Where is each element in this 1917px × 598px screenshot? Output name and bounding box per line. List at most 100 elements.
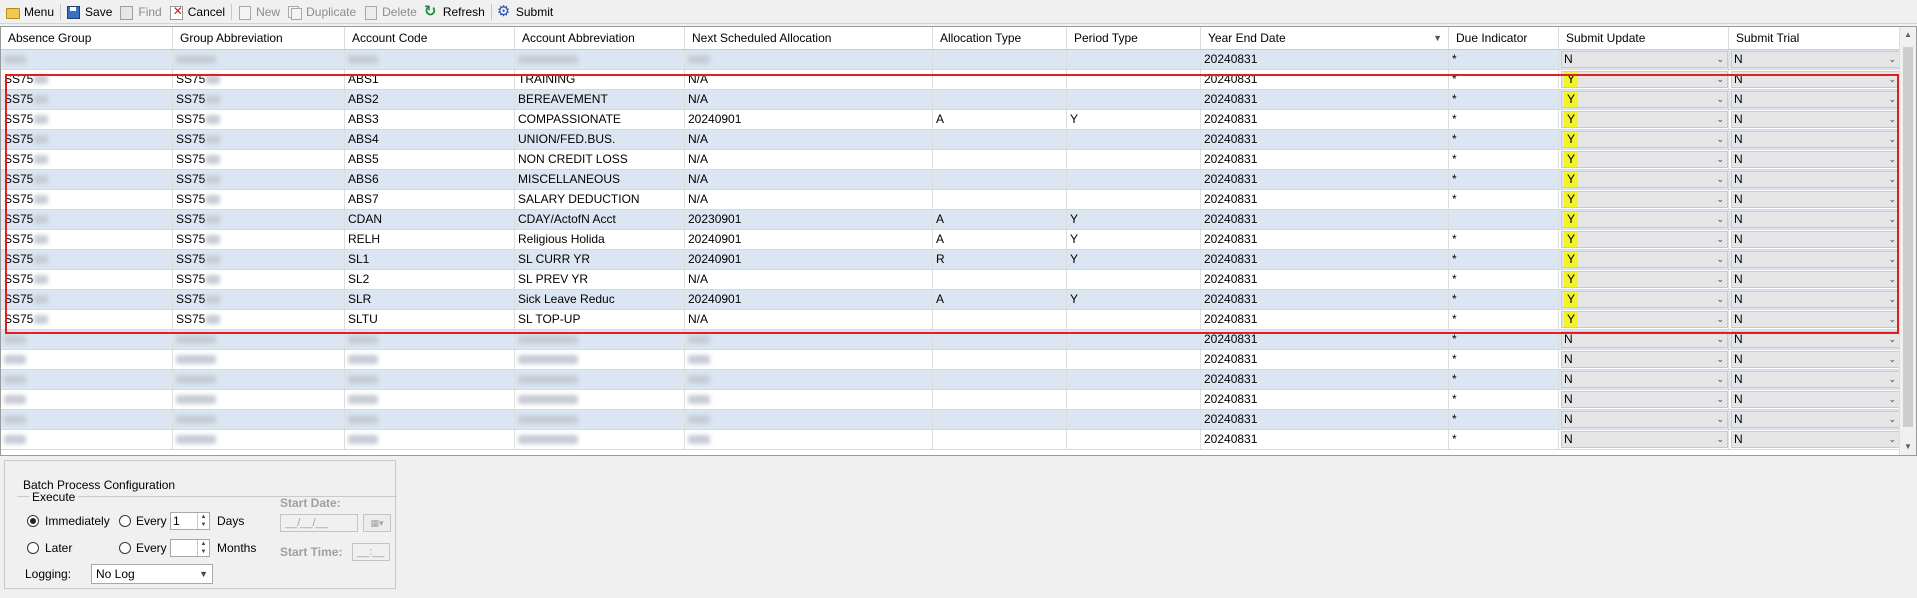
submit-trial-select[interactable]: N ⌄: [1731, 291, 1900, 308]
table-row[interactable]: 20240831 * N ⌄ N ⌄: [1, 350, 1901, 370]
table-row[interactable]: SS75 SS75 SL2 SL PREV YR N/A 20240831 * Y ⌄ N ⌄: [1, 270, 1901, 290]
table-cell[interactable]: *: [1449, 90, 1559, 109]
submit-trial-select[interactable]: N ⌄: [1731, 271, 1900, 288]
table-cell[interactable]: 20240831: [1201, 390, 1449, 409]
submit-trial-select[interactable]: N ⌄: [1731, 191, 1900, 208]
days-spin-icon[interactable]: ▲ ▼: [197, 513, 209, 529]
table-cell[interactable]: *: [1449, 270, 1559, 289]
table-cell[interactable]: A: [933, 290, 1067, 309]
submit-trial-select[interactable]: N ⌄: [1731, 131, 1900, 148]
table-cell[interactable]: *: [1449, 70, 1559, 89]
table-cell[interactable]: [173, 410, 345, 429]
table-cell[interactable]: SS75: [173, 210, 345, 229]
submit-update-select[interactable]: Y ⌄: [1561, 211, 1728, 228]
table-cell[interactable]: Sick Leave Reduc: [515, 290, 685, 309]
submit-trial-select[interactable]: N ⌄: [1731, 371, 1900, 388]
table-cell[interactable]: R: [933, 250, 1067, 269]
table-cell[interactable]: SS75: [173, 130, 345, 149]
table-cell[interactable]: SS75: [1, 270, 173, 289]
table-cell[interactable]: 20230901: [685, 210, 933, 229]
refresh-button[interactable]: Refresh: [421, 1, 489, 23]
table-cell[interactable]: [933, 370, 1067, 389]
table-cell[interactable]: Y: [1067, 110, 1201, 129]
table-row[interactable]: SS75 SS75 ABS2 BEREAVEMENT N/A 20240831 * Y ⌄ N ⌄: [1, 90, 1901, 110]
table-cell[interactable]: [345, 370, 515, 389]
table-cell[interactable]: SS75: [1, 250, 173, 269]
table-cell[interactable]: [173, 350, 345, 369]
table-cell[interactable]: SS75: [173, 110, 345, 129]
table-cell[interactable]: *: [1449, 130, 1559, 149]
table-cell[interactable]: [933, 350, 1067, 369]
table-cell[interactable]: [933, 270, 1067, 289]
table-cell[interactable]: [345, 390, 515, 409]
submit-update-select[interactable]: Y ⌄: [1561, 131, 1728, 148]
submit-trial-select[interactable]: N ⌄: [1731, 311, 1900, 328]
table-cell[interactable]: SS75: [1, 70, 173, 89]
submit-trial-select[interactable]: N ⌄: [1731, 331, 1900, 348]
table-cell[interactable]: [1067, 170, 1201, 189]
column-header[interactable]: Absence Group: [1, 27, 173, 49]
table-cell[interactable]: [933, 130, 1067, 149]
table-cell[interactable]: 20240831: [1201, 330, 1449, 349]
table-cell[interactable]: Y: [1067, 290, 1201, 309]
table-cell[interactable]: [173, 370, 345, 389]
column-header[interactable]: Period Type: [1067, 27, 1201, 49]
table-cell[interactable]: 20240831: [1201, 190, 1449, 209]
table-cell[interactable]: [1, 410, 173, 429]
table-row[interactable]: SS75 SS75 ABS1 TRAINING N/A 20240831 * Y ⌄ N ⌄: [1, 70, 1901, 90]
table-cell[interactable]: [173, 50, 345, 69]
table-cell[interactable]: *: [1449, 330, 1559, 349]
table-cell[interactable]: N/A: [685, 170, 933, 189]
submit-trial-select[interactable]: N ⌄: [1731, 351, 1900, 368]
table-cell[interactable]: SS75: [173, 250, 345, 269]
table-row[interactable]: SS75 SS75 ABS7 SALARY DEDUCTION N/A 20240831 *…: [1, 190, 1901, 210]
days-stepper[interactable]: 1 ▲ ▼: [170, 512, 210, 530]
table-cell[interactable]: SS75: [173, 290, 345, 309]
table-cell[interactable]: [933, 330, 1067, 349]
table-row[interactable]: SS75 SS75 SLTU SL TOP-UP N/A 20240831 * Y ⌄ N ⌄: [1, 310, 1901, 330]
calendar-icon[interactable]: ▦▾: [363, 514, 391, 532]
submit-update-select[interactable]: Y ⌄: [1561, 251, 1728, 268]
table-cell[interactable]: [1, 430, 173, 449]
duplicate-button[interactable]: Duplicate: [284, 1, 360, 23]
table-cell[interactable]: [933, 170, 1067, 189]
submit-update-select[interactable]: Y ⌄: [1561, 91, 1728, 108]
table-cell[interactable]: SS75: [173, 170, 345, 189]
cancel-button[interactable]: Cancel: [166, 1, 229, 23]
table-cell[interactable]: [933, 390, 1067, 409]
submit-update-select[interactable]: Y ⌄: [1561, 311, 1728, 328]
table-cell[interactable]: [1, 350, 173, 369]
table-cell[interactable]: 20240831: [1201, 350, 1449, 369]
table-cell[interactable]: [933, 90, 1067, 109]
table-cell[interactable]: UNION/FED.BUS.: [515, 130, 685, 149]
column-header[interactable]: Account Abbreviation: [515, 27, 685, 49]
table-row[interactable]: 20240831 * N ⌄ N ⌄: [1, 430, 1901, 450]
months-spin-icon[interactable]: ▲ ▼: [197, 540, 209, 556]
table-cell[interactable]: [933, 190, 1067, 209]
submit-update-select[interactable]: Y ⌄: [1561, 111, 1728, 128]
table-cell[interactable]: 20240831: [1201, 150, 1449, 169]
table-cell[interactable]: 20240831: [1201, 270, 1449, 289]
table-cell[interactable]: 20240831: [1201, 290, 1449, 309]
submit-trial-select[interactable]: N ⌄: [1731, 91, 1900, 108]
table-cell[interactable]: *: [1449, 410, 1559, 429]
grid-vertical-scrollbar[interactable]: ▲ ▼: [1899, 27, 1916, 455]
submit-trial-select[interactable]: N ⌄: [1731, 111, 1900, 128]
table-cell[interactable]: MISCELLANEOUS: [515, 170, 685, 189]
table-cell[interactable]: [345, 330, 515, 349]
column-header[interactable]: Submit Trial: [1729, 27, 1901, 49]
submit-update-select[interactable]: Y ⌄: [1561, 171, 1728, 188]
submit-trial-select[interactable]: N ⌄: [1731, 431, 1900, 448]
table-cell[interactable]: [345, 50, 515, 69]
table-cell[interactable]: [1067, 270, 1201, 289]
submit-update-select[interactable]: Y ⌄: [1561, 291, 1728, 308]
table-cell[interactable]: SL PREV YR: [515, 270, 685, 289]
table-cell[interactable]: ABS6: [345, 170, 515, 189]
table-cell[interactable]: [1067, 90, 1201, 109]
submit-update-select[interactable]: Y ⌄: [1561, 71, 1728, 88]
submit-update-select[interactable]: N ⌄: [1561, 51, 1728, 68]
submit-trial-select[interactable]: N ⌄: [1731, 411, 1900, 428]
table-cell[interactable]: N/A: [685, 70, 933, 89]
menu-button[interactable]: Menu: [2, 1, 58, 23]
table-cell[interactable]: [515, 350, 685, 369]
